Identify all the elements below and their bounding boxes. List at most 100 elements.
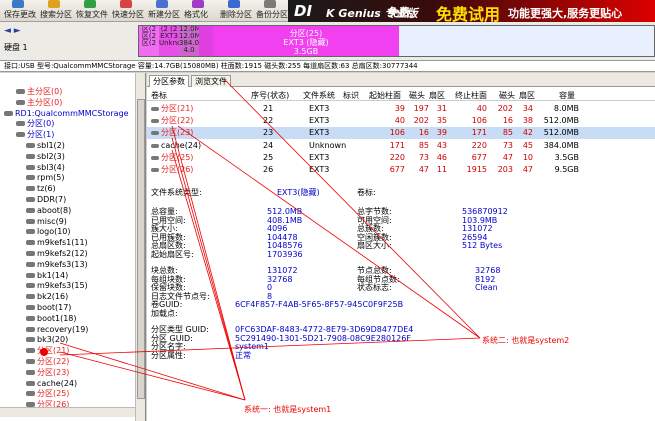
drive-icon (16, 99, 25, 105)
table-header: 卷标 序号(状态) 文件系统 标识 起始柱面 磁头 扇区 终止柱面 磁头 扇区 容量 (147, 90, 655, 101)
table-cell: 43 (436, 140, 447, 150)
tree-item[interactable]: 分区(21) (26, 346, 69, 355)
fs-type-value: EXT3(隐藏) (277, 188, 320, 197)
toolbar-button[interactable]: 新建分区 (148, 9, 180, 20)
column-header[interactable]: 扇区 (429, 90, 445, 101)
table-cell: 384.0MB (543, 140, 579, 150)
toolbar-button[interactable]: 恢复文件 (76, 9, 108, 20)
disk-info-bar: 接口:USB 型号:QualcommMMCStorage 容量:14.7GB(1… (0, 60, 655, 72)
disk-map-row: ◄ ► 硬盘 1 区(2 区(2 区(2 (2 (2 EXT3 Unkno 12… (0, 22, 655, 60)
table-row[interactable]: cache(24) 24 Unknown 171 85 43 220 73 45 384.0MB (147, 140, 655, 152)
tree-item[interactable]: 主分区(0) (16, 87, 62, 96)
detail-text: 加载点: (151, 309, 178, 318)
column-header[interactable]: 序号(状态) (251, 90, 289, 101)
disk-partition-bar[interactable]: 区(2 区(2 区(2 (2 (2 EXT3 Unkno 12.0M 12.0M… (138, 25, 655, 57)
table-row[interactable]: 分区(22) 22 EXT3 40 202 35 106 16 38 512.0MB (147, 115, 655, 127)
tree-item[interactable]: m9kefs3(15) (26, 281, 88, 290)
tree-item[interactable]: rpm(5) (26, 173, 65, 182)
table-cell: 23 (263, 128, 274, 138)
tree-item[interactable]: logo(10) (26, 227, 71, 236)
column-header[interactable]: 文件系统 (303, 90, 335, 101)
column-header[interactable]: 起始柱面 (369, 90, 401, 101)
table-row[interactable]: 分区(21) 21 EXT3 39 197 31 40 202 34 8.0MB (147, 103, 655, 115)
tree-item[interactable]: boot1(18) (26, 314, 77, 323)
tree-item[interactable]: sbl1(2) (26, 141, 65, 150)
tree-item[interactable]: 分区(1) (16, 130, 54, 139)
table-cell: 分区(23) (161, 128, 194, 138)
partition-segment[interactable] (199, 26, 213, 56)
table-cell: EXT3 (309, 104, 330, 113)
scroll-thumb[interactable] (137, 99, 145, 399)
table-cell: EXT3 (309, 165, 330, 174)
tree-item[interactable]: m9kefs2(12) (26, 249, 88, 258)
table-row[interactable]: 分区(25) 25 EXT3 220 73 46 677 47 10 3.5GB (147, 152, 655, 164)
toolbar-button[interactable]: 删除分区 (220, 9, 252, 20)
disk-nav-arrows[interactable]: ◄ ► (4, 26, 21, 36)
drive-icon (26, 326, 35, 332)
toolbar-button[interactable]: 备份分区 (256, 9, 288, 20)
drive-icon (26, 229, 35, 235)
partition-segment[interactable]: 区(2 区(2 区(2 (139, 26, 159, 56)
table-cell: 42 (522, 128, 533, 138)
toolbar-button[interactable]: 搜索分区 (40, 9, 72, 20)
partition-icon (151, 119, 159, 124)
detail-text: Clean (475, 283, 498, 293)
tree-item[interactable]: 分区(0) (16, 119, 54, 128)
tree-item[interactable]: boot(17) (26, 303, 71, 312)
column-header[interactable]: 标识 (343, 90, 359, 101)
column-header[interactable]: 卷标 (151, 90, 167, 101)
partition-segment[interactable] (399, 26, 654, 56)
tree-item-label: 分区(21) (37, 346, 70, 356)
table-cell: 8.0MB (553, 104, 579, 113)
tree-vertical-scrollbar[interactable] (135, 73, 145, 421)
promo-banner[interactable]: DI K Genius 专业版 免费 免费试用 功能更强大,服务更贴心 (288, 0, 655, 24)
table-cell: 47 (522, 165, 533, 174)
table-cell: 10 (522, 152, 533, 162)
tree-item[interactable]: cache(24) (26, 379, 77, 388)
table-cell: 分区(21) (161, 104, 194, 113)
table-cell: 512.0MB (543, 116, 579, 126)
tree-item[interactable]: m9kefs3(13) (26, 260, 88, 269)
detail-text: 起始扇区号: (151, 250, 194, 259)
tab-browse-files[interactable]: 浏览文件 (191, 75, 231, 87)
tree-item[interactable]: misc(9) (26, 217, 67, 226)
tree-item[interactable]: 分区(23) (26, 368, 69, 377)
table-row[interactable]: 分区(23) 23 EXT3 106 16 39 171 85 42 512.0MB (147, 127, 655, 140)
tree-item[interactable]: m9kefs1(11) (26, 238, 88, 247)
tree-item[interactable]: sbl3(4) (26, 163, 65, 172)
tab-partition-params[interactable]: 分区参数 (149, 75, 189, 87)
tree-item-label: bk2(16) (37, 292, 69, 302)
annotation-system2: 系统二: 也就是system2 (482, 336, 570, 345)
toolbar-button[interactable]: 保存更改 (4, 9, 36, 20)
detail-text: 正常 (235, 350, 251, 360)
tree-item[interactable]: 分区(25) (26, 389, 69, 398)
toolbar-button[interactable]: 格式化 (184, 9, 208, 20)
restore-icon (84, 0, 96, 8)
tree-item[interactable]: DDR(7) (26, 195, 66, 204)
table-cell: 26 (263, 165, 274, 174)
tree-item[interactable]: bk1(14) (26, 271, 68, 280)
tree-horizontal-scrollbar[interactable] (0, 407, 135, 417)
table-row[interactable]: 分区(26) 26 EXT3 677 47 11 1915 203 47 9.5GB (147, 164, 655, 176)
drive-icon (26, 283, 35, 289)
tree-item[interactable]: 分区(22) (26, 357, 69, 366)
partition-segment[interactable]: (2 (2 EXT3 Unkno (159, 26, 179, 56)
tree-item[interactable]: RD1:QualcommMMCStorage (4, 109, 129, 118)
table-cell: 25 (263, 152, 274, 162)
toolbar-button[interactable]: 快速分区 (112, 9, 144, 20)
partition-segment-selected[interactable]: 分区(25) EXT3 (隐藏) 3.5GB (213, 26, 399, 56)
tree-item[interactable]: tz(6) (26, 184, 56, 193)
column-header[interactable]: 磁头 (409, 90, 425, 101)
tree-item[interactable]: aboot(8) (26, 206, 71, 215)
column-header[interactable]: 扇区 (519, 90, 535, 101)
tree-item[interactable]: sbl2(3) (26, 152, 65, 161)
tree-item[interactable]: bk3(20) (26, 335, 68, 344)
tree-item[interactable]: recovery(19) (26, 325, 88, 334)
tree-item-label: sbl3(4) (37, 162, 65, 172)
tree-item[interactable]: 主分区(0) (16, 98, 62, 107)
column-header[interactable]: 磁头 (499, 90, 515, 101)
partition-segment[interactable]: 12.0M 12.0M 384.0M 4.0 (179, 26, 199, 56)
column-header[interactable]: 容量 (559, 90, 575, 101)
tree-item[interactable]: bk2(16) (26, 292, 68, 301)
column-header[interactable]: 终止柱面 (455, 90, 487, 101)
